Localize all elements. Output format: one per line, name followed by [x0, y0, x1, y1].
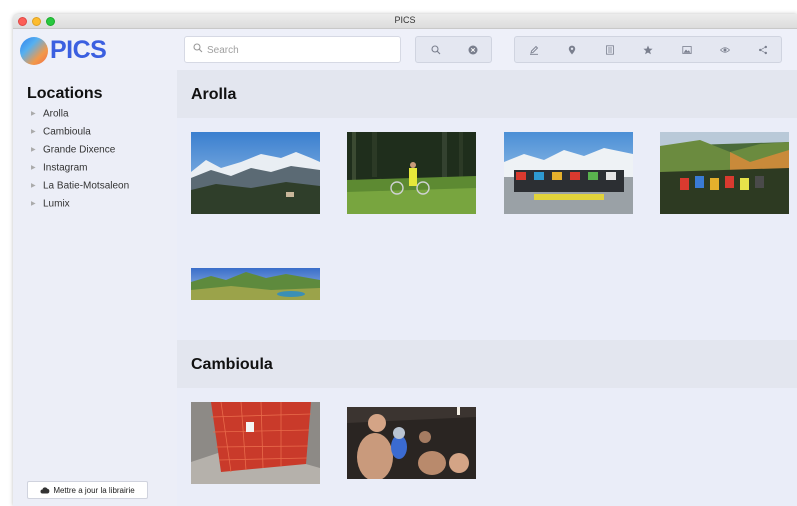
list-icon[interactable] [602, 42, 618, 58]
search-button-group [415, 36, 492, 63]
sidebar-item-label: Instagram [43, 162, 88, 174]
app-window: PICS PICS Search Locations ▶ Arolla ▶ Ca… [13, 14, 797, 506]
sidebar-item-label: Lumix [43, 198, 70, 210]
photo-thumbnail[interactable] [347, 407, 476, 479]
sidebar-item-instagram[interactable]: ▶ Instagram [31, 161, 129, 179]
section-title: Cambioula [191, 356, 273, 373]
star-icon[interactable] [640, 42, 656, 58]
update-library-label: Mettre a jour la librairie [53, 485, 135, 495]
cave-group-photo [347, 407, 476, 479]
sidebar-item-cambioula[interactable]: ▶ Cambioula [31, 125, 129, 143]
edit-icon[interactable] [526, 42, 542, 58]
group-bikes-valley-photo [660, 132, 789, 214]
sidebar-item-arolla[interactable]: ▶ Arolla [31, 107, 129, 125]
search-icon[interactable] [428, 42, 444, 58]
forest-cyclist-photo [347, 132, 476, 214]
photo-thumbnail[interactable] [191, 402, 320, 484]
group-bikes-snow-photo [504, 132, 633, 214]
photo-content: Arolla Cambioula [177, 70, 797, 506]
toolbar: PICS [13, 29, 797, 70]
sidebar-item-grande-dixence[interactable]: ▶ Grande Dixence [31, 143, 129, 161]
image-icon[interactable] [679, 42, 695, 58]
section-body-cambioula [177, 388, 797, 506]
section-header-arolla: Arolla [177, 70, 797, 118]
chevron-right-icon: ▶ [31, 129, 36, 135]
sidebar-title: Locations [27, 85, 103, 102]
location-list: ▶ Arolla ▶ Cambioula ▶ Grande Dixence ▶ Inst… [31, 107, 129, 215]
logo-ball-icon [20, 37, 48, 65]
alpine-lake-photo [191, 268, 320, 300]
sidebar: Locations ▶ Arolla ▶ Cambioula ▶ Grande Dix… [13, 70, 177, 506]
chevron-right-icon: ▶ [31, 183, 36, 189]
location-pin-icon[interactable] [564, 42, 580, 58]
photo-thumbnail[interactable] [191, 132, 320, 214]
photo-thumbnail[interactable] [660, 132, 789, 214]
chevron-right-icon: ▶ [31, 111, 36, 117]
search-input[interactable] [207, 41, 392, 59]
photo-thumbnail[interactable] [191, 268, 320, 300]
chevron-right-icon: ▶ [31, 165, 36, 171]
logo-text: PICS [50, 36, 107, 64]
chevron-right-icon: ▶ [31, 147, 36, 153]
chevron-right-icon: ▶ [31, 201, 36, 207]
sidebar-item-label: Arolla [43, 108, 69, 120]
sidebar-item-lumix[interactable]: ▶ Lumix [31, 197, 129, 215]
section-header-cambioula: Cambioula [177, 340, 797, 388]
section-title: Arolla [191, 86, 237, 103]
mountain-panorama-photo [191, 132, 320, 214]
sidebar-item-label: Grande Dixence [43, 144, 116, 156]
update-library-button[interactable]: Mettre a jour la librairie [27, 481, 148, 499]
cloud-icon [40, 487, 50, 494]
action-button-group [514, 36, 782, 63]
window-title: PICS [394, 15, 416, 25]
photo-thumbnail[interactable] [504, 132, 633, 214]
search-box [184, 36, 401, 63]
sidebar-item-la-batie-motsaleon[interactable]: ▶ La Batie-Motsaleon [31, 179, 129, 197]
orange-net-rocks-photo [191, 402, 320, 484]
eye-icon[interactable] [717, 42, 733, 58]
share-icon[interactable] [755, 42, 771, 58]
search-icon [193, 43, 203, 56]
sidebar-item-label: Cambioula [43, 126, 91, 138]
title-bar: PICS [13, 14, 797, 29]
sidebar-item-label: La Batie-Motsaleon [43, 180, 130, 192]
clear-icon[interactable] [465, 42, 481, 58]
photo-thumbnail[interactable] [347, 132, 476, 214]
section-body-arolla [177, 118, 797, 341]
app-logo: PICS [20, 35, 110, 65]
